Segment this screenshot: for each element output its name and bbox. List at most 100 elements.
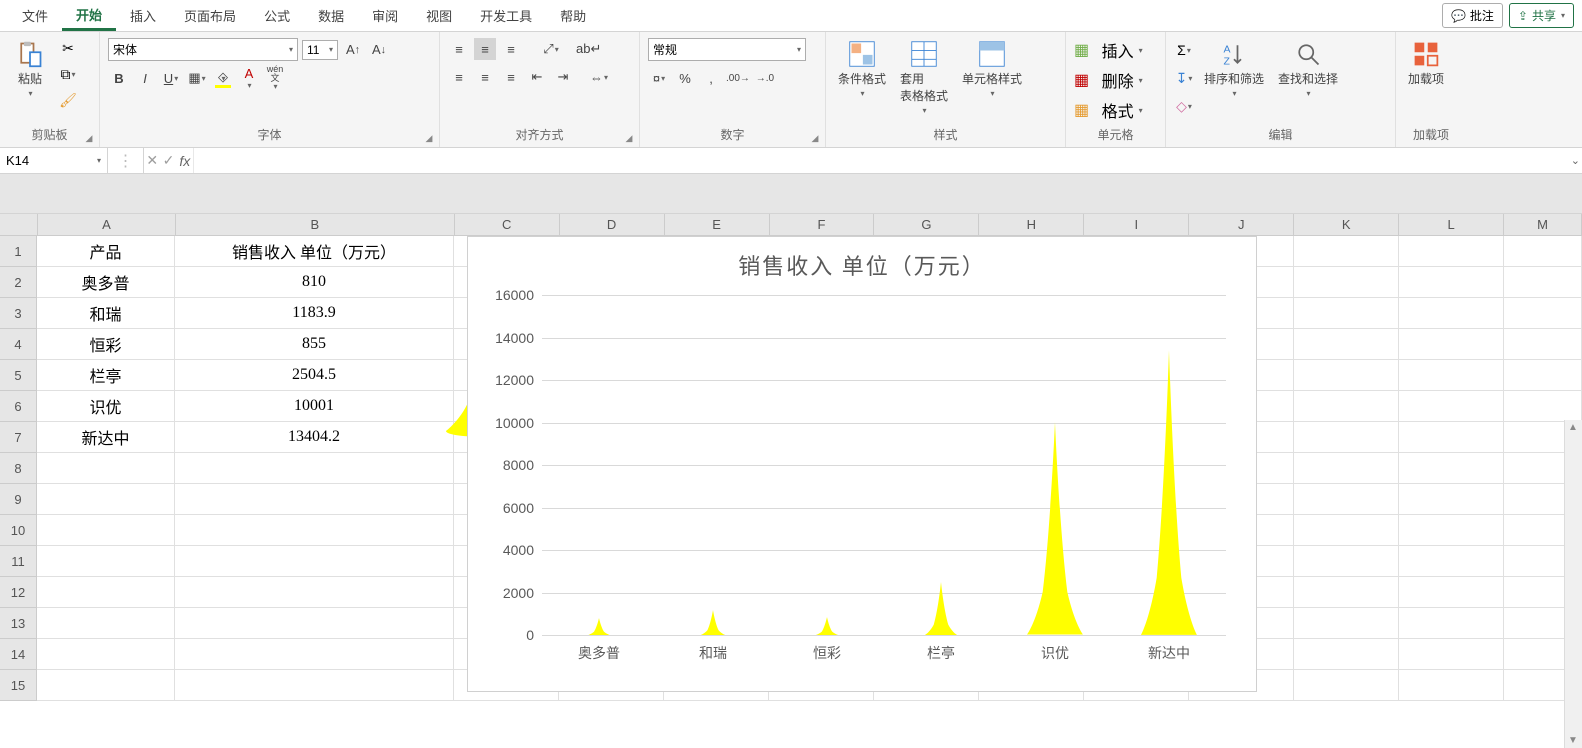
cell[interactable]: 栏亭 [37,360,175,391]
cell[interactable] [1294,639,1399,670]
cell[interactable] [1294,453,1399,484]
col-header[interactable]: G [874,214,979,236]
comma-button[interactable]: , [700,67,722,89]
autosum-button[interactable]: Σ▾ [1174,40,1194,60]
col-header[interactable]: H [979,214,1084,236]
row-header[interactable]: 7 [0,422,37,453]
row-header[interactable]: 8 [0,453,37,484]
cell[interactable] [37,608,175,639]
font-color-button[interactable]: A▾ [238,67,260,89]
cell[interactable] [1504,360,1582,391]
cell[interactable] [1399,267,1504,298]
cell[interactable]: 奥多普 [37,267,175,298]
font-name-select[interactable]: 宋体▾ [108,38,298,61]
paste-button[interactable]: 粘贴▾ [8,38,52,100]
tab-insert[interactable]: 插入 [116,0,170,31]
cell[interactable] [37,515,175,546]
row-header[interactable]: 15 [0,670,37,701]
comments-button[interactable]: 💬批注 [1442,3,1503,28]
find-select-button[interactable]: 查找和选择▾ [1274,38,1342,100]
sort-filter-button[interactable]: AZ 排序和筛选▾ [1200,38,1268,100]
format-as-table-button[interactable]: 套用 表格格式▾ [896,38,952,117]
format-painter-button[interactable]: 🖌 [58,90,78,110]
increase-font-button[interactable]: A↑ [342,39,364,61]
tab-review[interactable]: 审阅 [358,0,412,31]
underline-button[interactable]: U▾ [160,67,182,89]
share-button[interactable]: ⇪共享▾ [1509,3,1574,28]
cell[interactable]: 识优 [37,391,175,422]
spreadsheet-grid[interactable]: ABCDEFGHIJKLM 123456789101112131415 销售收入… [0,214,1582,748]
align-top-button[interactable]: ≡ [448,38,470,60]
cell-styles-button[interactable]: 单元格样式▾ [958,38,1026,100]
decrease-decimal-button[interactable]: →.0 [754,67,776,89]
cell[interactable] [1294,484,1399,515]
cell[interactable] [1294,577,1399,608]
cell[interactable] [1399,422,1504,453]
cell[interactable] [1399,639,1504,670]
currency-button[interactable]: ¤▾ [648,67,670,89]
collapse-ribbon-icon[interactable]: ⌄ [1571,154,1580,167]
cell[interactable]: 855 [175,329,454,360]
cell[interactable]: 产品 [37,236,175,267]
align-right-button[interactable]: ≡ [500,66,522,88]
vertical-scrollbar[interactable] [1564,420,1582,748]
cell[interactable] [1504,267,1582,298]
cell[interactable] [1399,546,1504,577]
tab-file[interactable]: 文件 [8,0,62,31]
clear-button[interactable]: ◇▾ [1174,96,1194,116]
increase-indent-button[interactable]: ⇥ [552,66,574,88]
row-header[interactable]: 10 [0,515,37,546]
merge-button[interactable]: ⇔▾ [588,66,610,88]
cell[interactable]: 810 [175,267,454,298]
tab-data[interactable]: 数据 [304,0,358,31]
align-bottom-button[interactable]: ≡ [500,38,522,60]
cell[interactable] [175,484,454,515]
cell[interactable] [1399,453,1504,484]
embedded-chart[interactable]: 销售收入 单位（万元） 0200040006000800010000120001… [467,236,1257,692]
clipboard-launcher-icon[interactable]: ◢ [83,133,95,145]
row-header[interactable]: 11 [0,546,37,577]
cell[interactable]: 和瑞 [37,298,175,329]
col-header[interactable]: B [176,214,455,236]
row-header[interactable]: 5 [0,360,37,391]
col-header[interactable]: D [560,214,665,236]
cell[interactable] [1504,329,1582,360]
italic-button[interactable]: I [134,67,156,89]
cell[interactable] [175,639,454,670]
cell[interactable]: 10001 [175,391,454,422]
cell[interactable] [1399,298,1504,329]
cell[interactable]: 1183.9 [175,298,454,329]
cell[interactable] [37,453,175,484]
decrease-indent-button[interactable]: ⇤ [526,66,548,88]
number-launcher-icon[interactable]: ◢ [809,133,821,145]
cell[interactable] [37,546,175,577]
col-header[interactable]: E [665,214,770,236]
format-cells-button[interactable]: ▦ 格式▾ [1074,98,1143,122]
cell[interactable] [1399,515,1504,546]
cell[interactable] [175,546,454,577]
cell[interactable]: 恒彩 [37,329,175,360]
cell[interactable] [1294,236,1399,267]
col-header[interactable]: I [1084,214,1189,236]
cell[interactable] [1294,670,1399,701]
cell[interactable] [175,577,454,608]
cell[interactable] [1294,298,1399,329]
cell[interactable] [1294,608,1399,639]
insert-cells-button[interactable]: ▦ 插入▾ [1074,38,1143,62]
cell[interactable] [1504,298,1582,329]
tab-home[interactable]: 开始 [62,0,116,31]
col-header[interactable]: L [1399,214,1504,236]
border-button[interactable]: ▦▾ [186,67,208,89]
cell[interactable] [1504,236,1582,267]
delete-cells-button[interactable]: ▦ 删除▾ [1074,68,1143,92]
col-header[interactable]: M [1504,214,1582,236]
cell[interactable] [1399,608,1504,639]
name-box[interactable]: K14▾ [0,148,108,173]
decrease-font-button[interactable]: A↓ [368,39,390,61]
wrap-text-button[interactable]: ab↵ [576,38,601,60]
cell[interactable] [37,670,175,701]
cell[interactable]: 2504.5 [175,360,454,391]
cell[interactable] [1294,329,1399,360]
fill-button[interactable]: ↧▾ [1174,68,1194,88]
row-header[interactable]: 12 [0,577,37,608]
